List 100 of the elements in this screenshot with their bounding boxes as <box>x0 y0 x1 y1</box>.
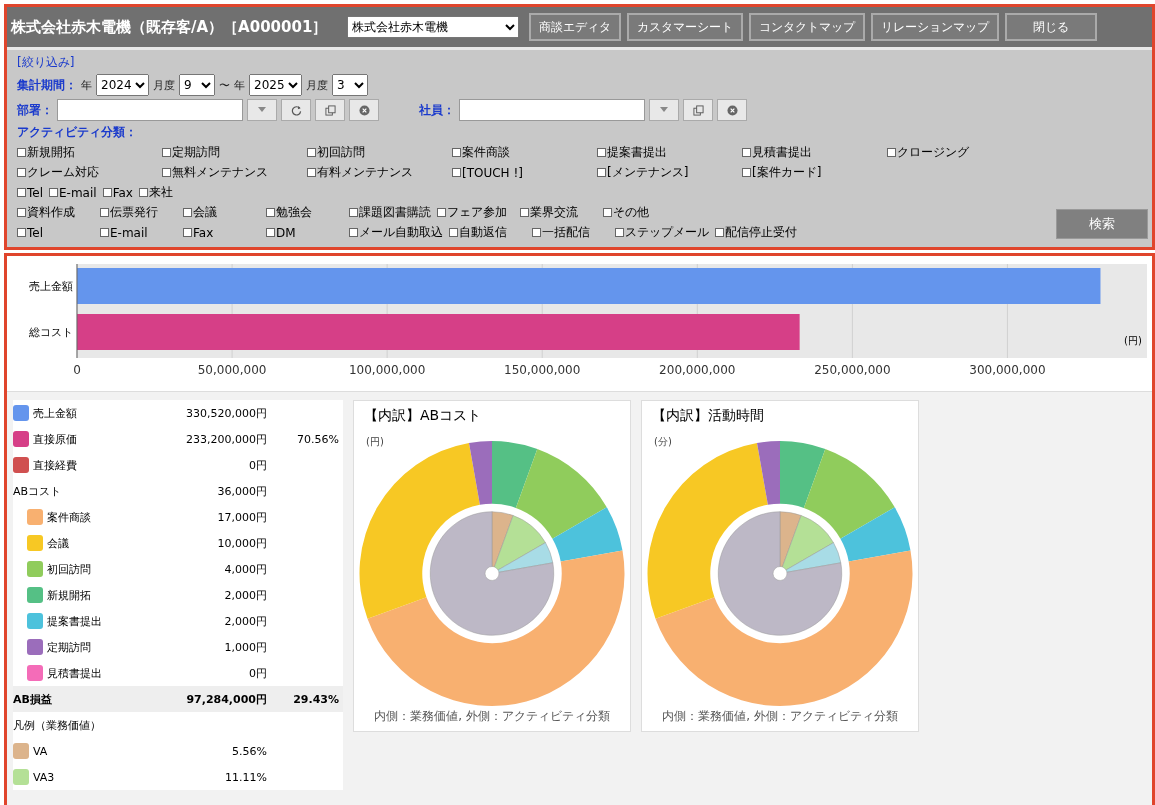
activity-checkbox[interactable]: フェア参加 <box>437 204 520 221</box>
dropdown-button[interactable] <box>649 99 679 121</box>
refresh-icon <box>290 104 302 116</box>
activity-checkbox[interactable]: Tel <box>17 184 49 201</box>
summary-value: 36,000円 <box>216 483 267 499</box>
copy-button[interactable] <box>683 99 713 121</box>
search-button[interactable]: 検索 <box>1056 209 1148 239</box>
summary-label: 新規開拓 <box>47 587 92 603</box>
summary-label: 売上金額 <box>33 405 78 421</box>
header-button[interactable]: 商談エディタ <box>529 13 622 41</box>
clear-button[interactable] <box>717 99 747 121</box>
chart-title: 【内訳】ABコスト <box>363 407 482 425</box>
summary-value: 10,000円 <box>216 535 267 551</box>
summary-label: AB損益 <box>13 691 53 707</box>
summary-value: 330,520,000円 <box>185 405 267 421</box>
activity-checkbox[interactable]: 伝票発行 <box>100 204 183 221</box>
header-button[interactable]: 閉じる <box>1005 13 1098 41</box>
dropdown-button[interactable] <box>247 99 277 121</box>
year-select[interactable]: 2025 <box>249 74 302 96</box>
summary-label: 直接原価 <box>33 431 78 447</box>
employee-field[interactable] <box>459 99 645 121</box>
month-select[interactable]: 9 <box>179 74 215 96</box>
activity-checkbox[interactable]: Fax <box>183 224 266 241</box>
department-field[interactable] <box>57 99 243 121</box>
summary-value: 97,284,000円 <box>185 691 267 707</box>
activity-checkbox[interactable]: [案件カード] <box>742 164 887 181</box>
activity-checkbox[interactable]: 定期訪問 <box>162 144 307 161</box>
activity-checkbox[interactable]: 無料メンテナンス <box>162 164 307 181</box>
month-label: 月度 <box>153 77 175 93</box>
activity-checkbox[interactable]: DM <box>266 224 349 241</box>
activity-checkbox[interactable]: 業界交流 <box>520 204 603 221</box>
activity-checkbox[interactable]: 新規開拓 <box>17 144 162 161</box>
summary-label: VA3 <box>33 770 56 784</box>
header-button[interactable]: カスタマーシート <box>627 13 744 41</box>
summary-value: 2,000円 <box>223 587 267 603</box>
tick-label: 0 <box>73 363 81 377</box>
activity-checkbox[interactable]: [TOUCH !] <box>452 164 597 181</box>
summary-value: 0円 <box>248 457 267 473</box>
clear-icon <box>726 104 738 116</box>
activity-checkbox[interactable]: 課題図書購読 <box>349 204 437 221</box>
summary-value: 5.56% <box>231 744 267 758</box>
clear-button[interactable] <box>349 99 379 121</box>
activity-checkbox[interactable]: 一括配信 <box>532 224 615 241</box>
caret-icon <box>660 107 668 113</box>
activity-checkbox[interactable]: Tel <box>17 224 100 241</box>
year-select[interactable]: 2024 <box>96 74 149 96</box>
chart-caption: 内側：業務価値, 外側：アクティビティ分類 <box>662 708 898 725</box>
activity-checkbox[interactable]: 会議 <box>183 204 266 221</box>
company-select[interactable]: 株式会社赤木電機 <box>347 16 520 38</box>
window-title: 株式会社赤木電機（既存客/A）［A000001］ <box>11 17 328 37</box>
activity-checkbox[interactable]: 来社 <box>138 184 179 201</box>
activity-checkbox[interactable]: Fax <box>102 184 139 201</box>
chart-title: 【内訳】活動時間 <box>651 407 764 425</box>
activity-checkbox[interactable]: 提案書提出 <box>597 144 742 161</box>
activity-checkbox[interactable]: 初回訪問 <box>307 144 452 161</box>
month-select[interactable]: 3 <box>332 74 368 96</box>
tick-label: 200,000,000 <box>659 363 736 377</box>
activity-checkbox[interactable]: クロージング <box>887 144 1032 161</box>
summary-label: 定期訪問 <box>47 639 92 655</box>
copy-icon <box>324 104 336 116</box>
header-button[interactable]: コンタクトマップ <box>749 13 866 41</box>
summary-label: 初回訪問 <box>47 561 92 577</box>
unit-label: (分) <box>653 435 672 449</box>
tick-label: 50,000,000 <box>197 363 267 377</box>
year-label: 年 <box>234 77 245 93</box>
month-label: 月度 <box>306 77 328 93</box>
activity-checkbox[interactable]: 配信停止受付 <box>715 224 803 241</box>
activity-checkbox[interactable]: 勉強会 <box>266 204 349 221</box>
copy-button[interactable] <box>315 99 345 121</box>
refresh-button[interactable] <box>281 99 311 121</box>
activity-checkbox[interactable]: クレーム対応 <box>17 164 162 181</box>
summary-percent: 70.56% <box>296 432 339 446</box>
tick-label: 300,000,000 <box>969 363 1046 377</box>
activity-checkbox[interactable]: ステップメール <box>615 224 715 241</box>
activity-checkbox[interactable]: [メンテナンス] <box>597 164 742 181</box>
activity-checkbox[interactable]: メール自動取込 <box>349 224 449 241</box>
header-button[interactable]: リレーションマップ <box>871 13 1000 41</box>
clear-icon <box>358 104 370 116</box>
summary-value: 11.11% <box>224 770 267 784</box>
chart-caption: 内側：業務価値, 外側：アクティビティ分類 <box>374 708 610 725</box>
activity-checkbox[interactable]: その他 <box>603 204 686 221</box>
summary-label: 提案書提出 <box>47 613 103 629</box>
activity-checkbox[interactable]: E-mail <box>49 184 103 201</box>
year-label: 年 <box>81 77 92 93</box>
activity-checkbox[interactable]: 見積書提出 <box>742 144 887 161</box>
tick-label: 100,000,000 <box>348 363 426 377</box>
activity-checkbox[interactable]: 有料メンテナンス <box>307 164 452 181</box>
category-label: 売上金額 <box>29 280 73 293</box>
summary-label: ABコスト <box>13 483 63 499</box>
activity-label: アクティビティ分類： <box>17 124 138 141</box>
activity-checkbox[interactable]: 案件商談 <box>452 144 597 161</box>
activity-checkbox[interactable]: E-mail <box>100 224 183 241</box>
legend-title: 凡例（業務価値） <box>13 717 102 733</box>
filter-title: [絞り込み] <box>17 54 76 71</box>
summary-label: 案件商談 <box>47 509 92 525</box>
activity-checkbox[interactable]: 自動返信 <box>449 224 532 241</box>
department-label: 部署： <box>17 101 53 119</box>
caret-icon <box>258 107 266 113</box>
activity-checkbox[interactable]: 資料作成 <box>17 204 100 221</box>
unit-label: (円) <box>365 435 384 449</box>
